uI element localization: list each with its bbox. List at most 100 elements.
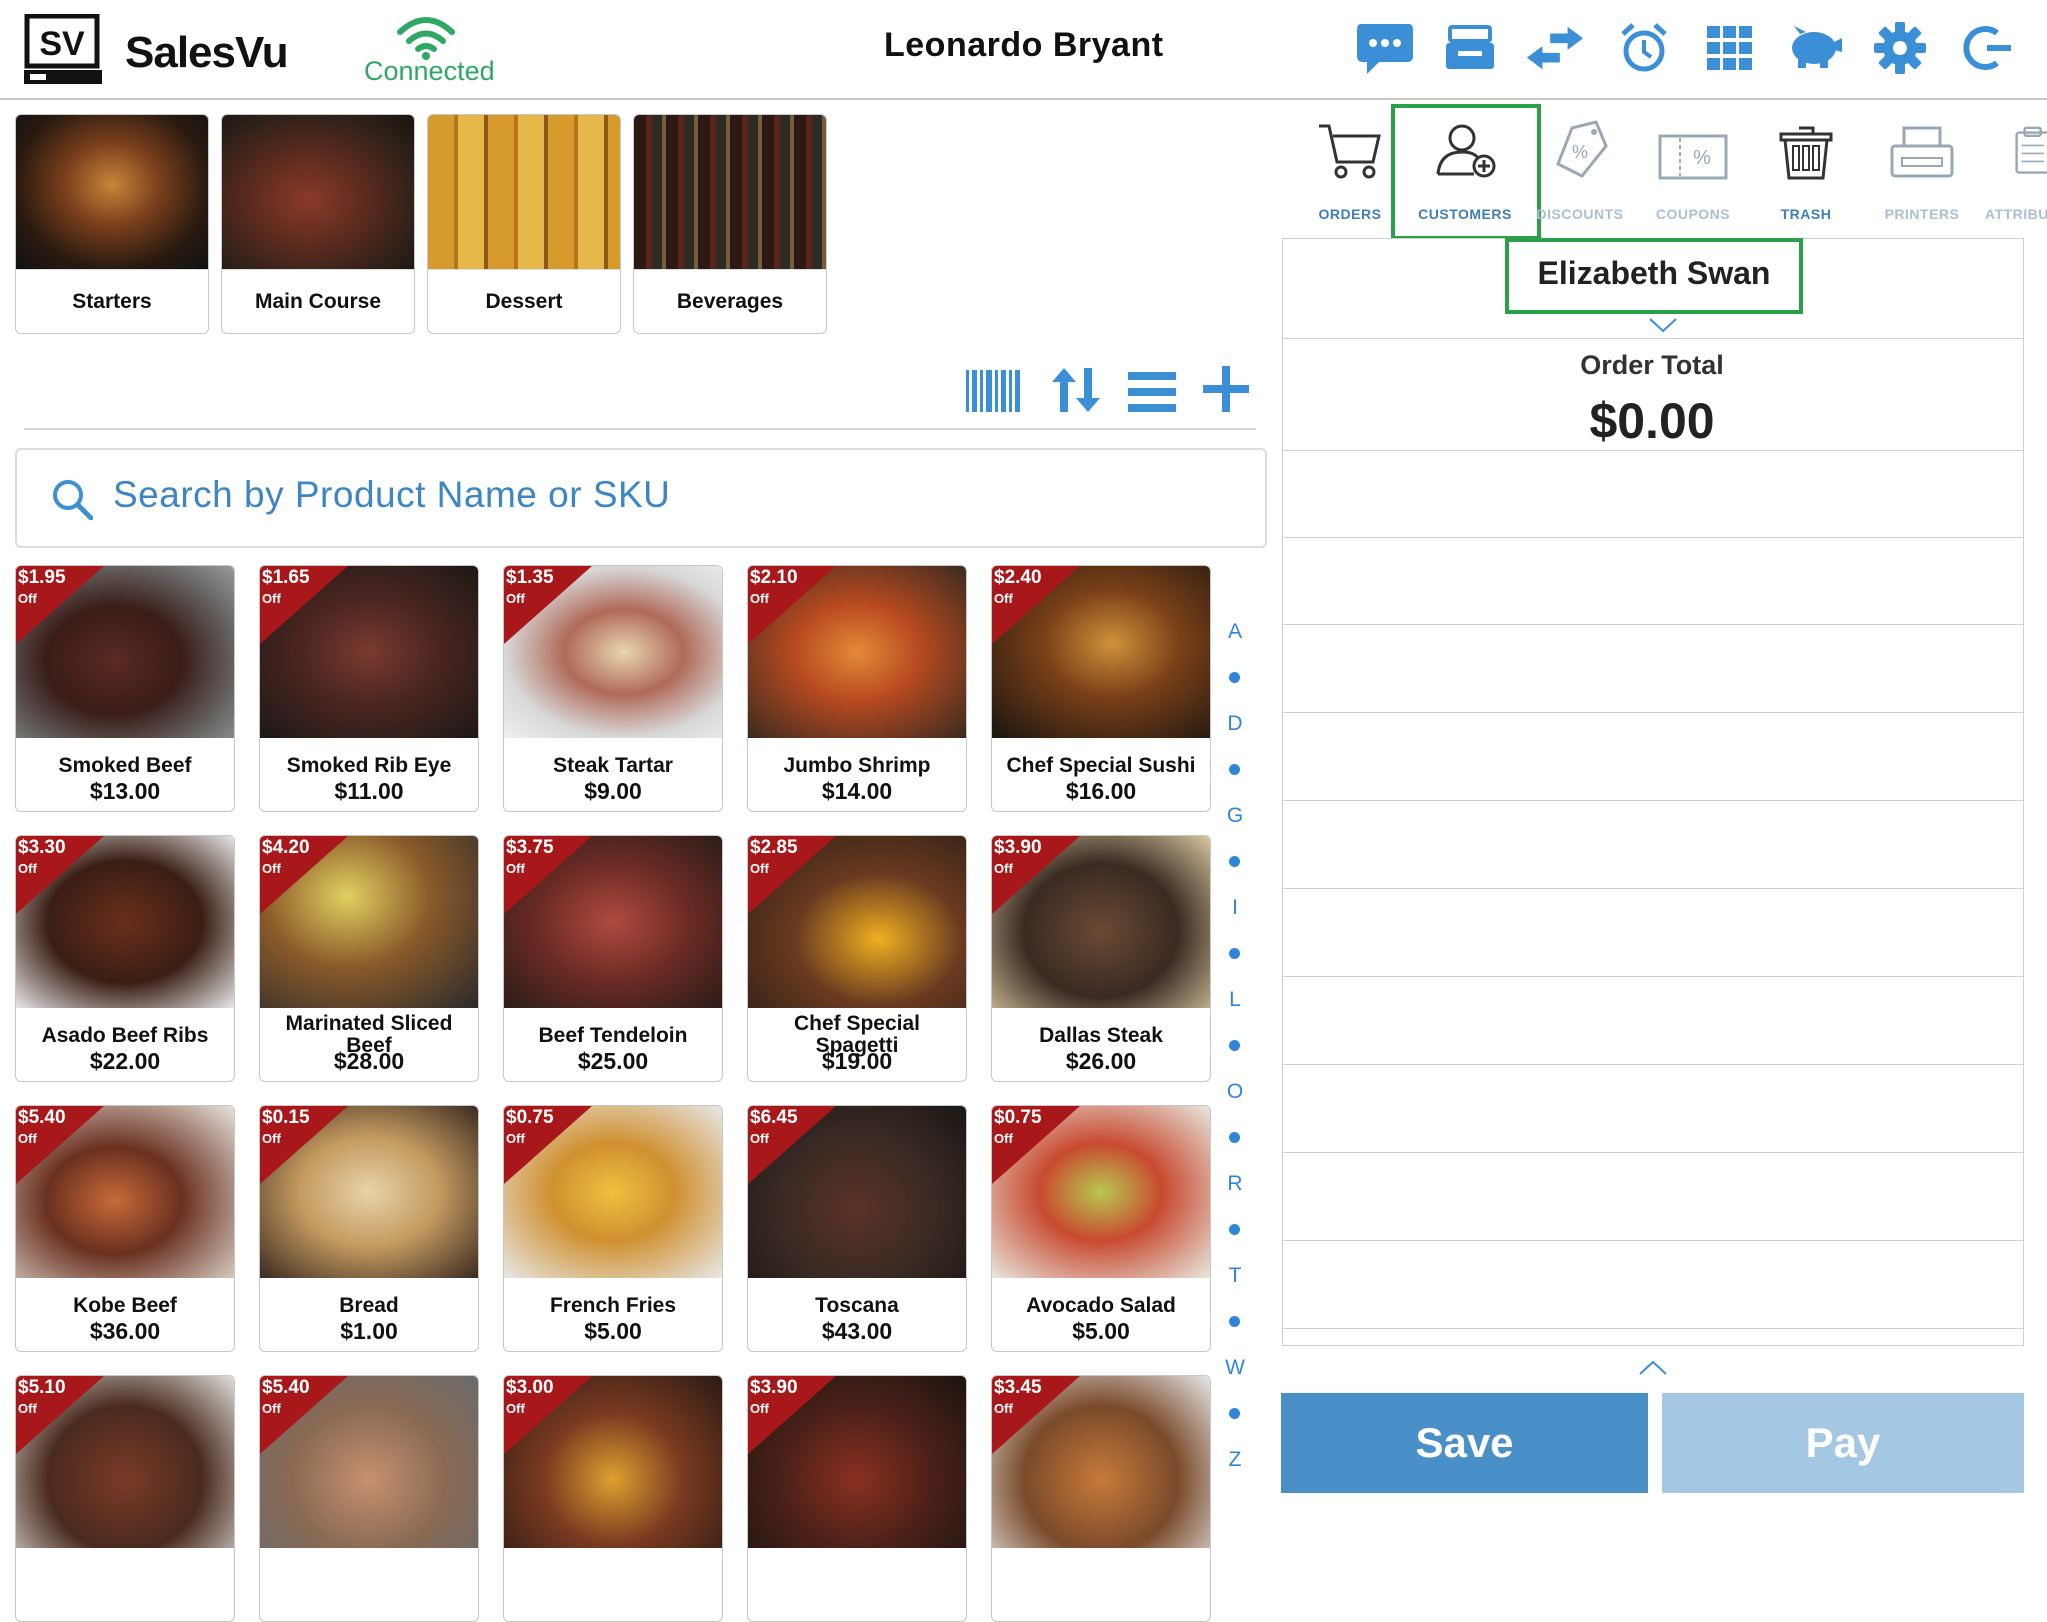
discount-label: $3.30 Off <box>18 837 66 879</box>
alarm-icon[interactable] <box>1614 20 1674 76</box>
order-row-divider <box>1282 1152 2023 1153</box>
chevron-up-icon[interactable] <box>1638 1360 1668 1376</box>
product-tile[interactable]: $3.45 Off <box>991 1375 1211 1622</box>
save-button[interactable]: Save <box>1281 1393 1648 1493</box>
discount-label: $2.85 Off <box>750 837 798 879</box>
category-beverages[interactable]: Beverages <box>633 114 827 334</box>
alphabet-letter[interactable]: L <box>1224 988 1246 1012</box>
gear-icon[interactable] <box>1870 20 1930 76</box>
order-row-divider <box>1282 976 2023 977</box>
chat-icon[interactable] <box>1355 20 1415 76</box>
discount-label: $0.75 Off <box>506 1107 554 1149</box>
tab-orders[interactable]: ORDERS <box>1294 114 1406 226</box>
category-starters[interactable]: Starters <box>15 114 209 334</box>
product-tile[interactable]: $3.00 Off <box>503 1375 723 1622</box>
product-tile[interactable]: $0.75 Off Avocado Salad $5.00 <box>991 1105 1211 1352</box>
search-placeholder: Search by Product Name or SKU <box>113 474 671 515</box>
product-tile[interactable]: $6.45 Off Toscana $43.00 <box>747 1105 967 1352</box>
discount-off-label: Off <box>506 861 525 876</box>
piggy-bank-icon[interactable] <box>1785 20 1845 76</box>
discount-label: $5.10 Off <box>18 1377 66 1419</box>
cart-icon <box>1319 124 1381 179</box>
barcode-icon[interactable] <box>966 370 1020 417</box>
alphabet-dot[interactable] <box>1229 1408 1240 1419</box>
product-tile[interactable]: $4.20 Off Marinated Sliced Beef $28.00 <box>259 835 479 1082</box>
discount-off-label: Off <box>262 861 281 876</box>
product-tile[interactable]: $3.30 Off Asado Beef Ribs $22.00 <box>15 835 235 1082</box>
alphabet-dot[interactable] <box>1229 1132 1240 1143</box>
alphabet-letter[interactable]: Z <box>1224 1448 1246 1472</box>
product-price: $26.00 <box>1065 1048 1137 1074</box>
discount-off-label: Off <box>750 1131 769 1146</box>
product-tile[interactable]: $0.75 Off French Fries $5.00 <box>503 1105 723 1352</box>
alphabet-dot[interactable] <box>1229 1040 1240 1051</box>
product-tile[interactable]: $1.95 Off Smoked Beef $13.00 <box>15 565 235 812</box>
alphabet-letter[interactable]: D <box>1224 712 1246 736</box>
discount-label: $1.65 Off <box>262 567 310 609</box>
alphabet-dot[interactable] <box>1229 764 1240 775</box>
category-main-course[interactable]: Main Course <box>221 114 415 334</box>
tab-label: ATTRIBU <box>1985 206 2047 222</box>
product-price: $9.00 <box>584 778 642 804</box>
product-tile[interactable]: $1.65 Off Smoked Rib Eye $11.00 <box>259 565 479 812</box>
order-row-divider <box>1282 624 2023 625</box>
discount-amount: $2.40 <box>994 567 1042 588</box>
customer-name[interactable]: Elizabeth Swan <box>1505 255 1803 292</box>
discount-tag-icon: % <box>1556 120 1608 178</box>
product-price: $25.00 <box>577 1048 649 1074</box>
alphabet-dot[interactable] <box>1229 1316 1240 1327</box>
alphabet-letter[interactable]: I <box>1224 896 1246 920</box>
product-tile[interactable]: $2.10 Off Jumbo Shrimp $14.00 <box>747 565 967 812</box>
product-tile[interactable]: $3.90 Off <box>747 1375 967 1622</box>
discount-off-label: Off <box>262 1401 281 1416</box>
alphabet-letter[interactable]: W <box>1224 1356 1246 1380</box>
drawer-icon[interactable] <box>1440 20 1500 76</box>
alphabet-letter[interactable]: A <box>1224 620 1246 644</box>
alphabet-letter[interactable]: R <box>1224 1172 1246 1196</box>
alphabet-dot[interactable] <box>1229 856 1240 867</box>
product-tile[interactable]: $5.40 Off <box>259 1375 479 1622</box>
search-input[interactable]: Search by Product Name or SKU <box>15 448 1267 548</box>
list-view-icon[interactable] <box>1128 372 1176 417</box>
product-tile[interactable]: $1.35 Off Steak Tartar $9.00 <box>503 565 723 812</box>
discount-off-label: Off <box>994 591 1013 606</box>
discount-label: $2.10 Off <box>750 567 798 609</box>
add-icon[interactable] <box>1203 366 1249 417</box>
alphabet-letter[interactable]: G <box>1224 804 1246 828</box>
product-tile[interactable]: $5.10 Off <box>15 1375 235 1622</box>
product-tile[interactable]: $3.75 Off Beef Tendeloin $25.00 <box>503 835 723 1082</box>
tab-discounts[interactable]: % DISCOUNTS <box>1524 114 1636 226</box>
discount-amount: $0.75 <box>994 1107 1042 1128</box>
product-price: $14.00 <box>821 778 893 804</box>
product-tile[interactable]: $2.40 Off Chef Special Sushi $16.00 <box>991 565 1211 812</box>
sort-icon[interactable] <box>1050 366 1102 419</box>
product-tile[interactable]: $3.90 Off Dallas Steak $26.00 <box>991 835 1211 1082</box>
category-label: Main Course <box>222 269 414 333</box>
product-tile[interactable]: $2.85 Off Chef Special Spagetti $19.00 <box>747 835 967 1082</box>
tab-printers[interactable]: PRINTERS <box>1866 114 1978 226</box>
order-row-divider <box>1282 450 2023 451</box>
product-tile[interactable]: $0.15 Off Bread $1.00 <box>259 1105 479 1352</box>
product-tile[interactable]: $5.40 Off Kobe Beef $36.00 <box>15 1105 235 1352</box>
tab-attributes[interactable]: ATTRIBU <box>1979 114 2047 226</box>
product-name <box>20 1556 230 1596</box>
product-name <box>996 1556 1206 1596</box>
chevron-down-icon[interactable] <box>1648 317 1678 333</box>
alphabet-dot[interactable] <box>1229 948 1240 959</box>
tab-coupons[interactable]: % COUPONS <box>1637 114 1749 226</box>
discount-off-label: Off <box>994 861 1013 876</box>
discount-off-label: Off <box>18 1131 37 1146</box>
alphabet-dot[interactable] <box>1229 1224 1240 1235</box>
alphabet-letter[interactable]: T <box>1224 1264 1246 1288</box>
alphabet-letter[interactable]: O <box>1224 1080 1246 1104</box>
pay-button[interactable]: Pay <box>1662 1393 2024 1493</box>
logout-icon[interactable] <box>1958 20 2018 76</box>
category-dessert[interactable]: Dessert <box>427 114 621 334</box>
order-row-divider <box>1282 537 2023 538</box>
discount-label: $5.40 Off <box>262 1377 310 1419</box>
grid-icon[interactable] <box>1700 20 1760 76</box>
alphabet-dot[interactable] <box>1229 672 1240 683</box>
transfer-icon[interactable] <box>1525 20 1585 76</box>
tab-trash[interactable]: TRASH <box>1750 114 1862 226</box>
discount-label: $5.40 Off <box>18 1107 66 1149</box>
